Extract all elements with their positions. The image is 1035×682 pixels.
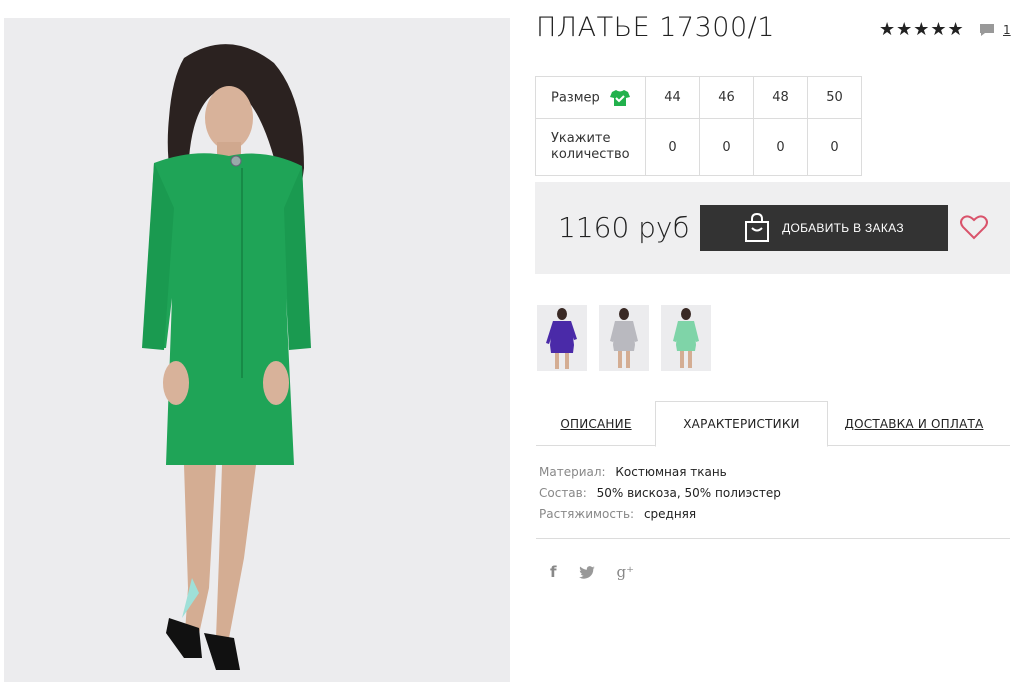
- spec-label-stretch: Растяжимость:: [539, 507, 635, 521]
- size-table: Размер 44 46 48 50 Укажите количество 0 …: [535, 76, 862, 176]
- comment-count-link[interactable]: 1: [1003, 23, 1011, 37]
- size-option-48[interactable]: 48: [753, 76, 808, 119]
- spec-value-stretch: средняя: [643, 507, 697, 521]
- add-to-order-button[interactable]: ДОБАВИТЬ В ЗАКАЗ: [700, 205, 948, 251]
- tab-characteristics[interactable]: ХАРАКТЕРИСТИКИ: [655, 401, 828, 447]
- divider: [536, 538, 1010, 539]
- social-share: f g⁺: [550, 563, 634, 581]
- characteristics-list: Материал: Костюмная ткань Состав: 50% ви…: [539, 462, 781, 525]
- tab-delivery-label: ДОСТАВКА И ОПЛАТА: [844, 416, 984, 431]
- size-label-text: Размер: [551, 90, 600, 105]
- tab-characteristics-label: ХАРАКТЕРИСТИКИ: [683, 417, 800, 431]
- size-option-50[interactable]: 50: [807, 76, 862, 119]
- product-photo[interactable]: [4, 18, 510, 682]
- wishlist-heart-icon[interactable]: [960, 214, 988, 240]
- shopping-bag-icon: [745, 213, 770, 242]
- size-option-44[interactable]: 44: [645, 76, 700, 119]
- spec-label-material: Материал:: [539, 465, 606, 479]
- quantity-label-line2: количество: [551, 147, 630, 162]
- product-title: ПЛАТЬЕ 17300/1: [536, 12, 775, 43]
- size-chart-icon[interactable]: [609, 89, 630, 107]
- thumbnail-mint[interactable]: [661, 305, 711, 371]
- price: 1160 руб: [558, 211, 690, 244]
- spec-row: Состав: 50% вискоза, 50% полиэстер: [539, 483, 781, 504]
- add-to-order-label: ДОБАВИТЬ В ЗАКАЗ: [782, 221, 904, 235]
- google-plus-icon[interactable]: g⁺: [617, 563, 635, 581]
- comment-icon[interactable]: [979, 23, 995, 37]
- quantity-input-48[interactable]: 0: [753, 118, 808, 176]
- color-thumbnails: [537, 305, 711, 371]
- size-row-label: Размер: [535, 76, 646, 119]
- quantity-input-46[interactable]: 0: [699, 118, 754, 176]
- facebook-icon[interactable]: f: [550, 563, 557, 581]
- rating-stars[interactable]: ★★★★★: [879, 19, 965, 40]
- tab-description-label: ОПИСАНИЕ: [560, 416, 632, 431]
- spec-value-material: Костюмная ткань: [615, 465, 727, 479]
- size-option-46[interactable]: 46: [699, 76, 754, 119]
- quantity-row: Укажите количество 0 0 0 0: [535, 118, 862, 176]
- quantity-input-50[interactable]: 0: [807, 118, 862, 176]
- thumbnail-purple[interactable]: [537, 305, 587, 371]
- quantity-row-label: Укажите количество: [535, 118, 646, 176]
- buy-box: 1160 руб ДОБАВИТЬ В ЗАКАЗ: [535, 182, 1010, 274]
- tab-delivery-payment[interactable]: ДОСТАВКА И ОПЛАТА: [836, 401, 992, 446]
- tab-description[interactable]: ОПИСАНИЕ: [536, 401, 656, 446]
- spec-row: Растяжимость: средняя: [539, 504, 781, 525]
- twitter-icon[interactable]: [578, 565, 595, 579]
- quantity-input-44[interactable]: 0: [645, 118, 700, 176]
- spec-row: Материал: Костюмная ткань: [539, 462, 781, 483]
- size-row: Размер 44 46 48 50: [535, 76, 862, 119]
- spec-value-composition: 50% вискоза, 50% полиэстер: [596, 486, 781, 500]
- product-tabs: ОПИСАНИЕ ХАРАКТЕРИСТИКИ ДОСТАВКА И ОПЛАТ…: [536, 401, 1010, 447]
- spec-label-composition: Состав:: [539, 486, 587, 500]
- thumbnail-grey[interactable]: [599, 305, 649, 371]
- quantity-label-line1: Укажите: [551, 131, 611, 146]
